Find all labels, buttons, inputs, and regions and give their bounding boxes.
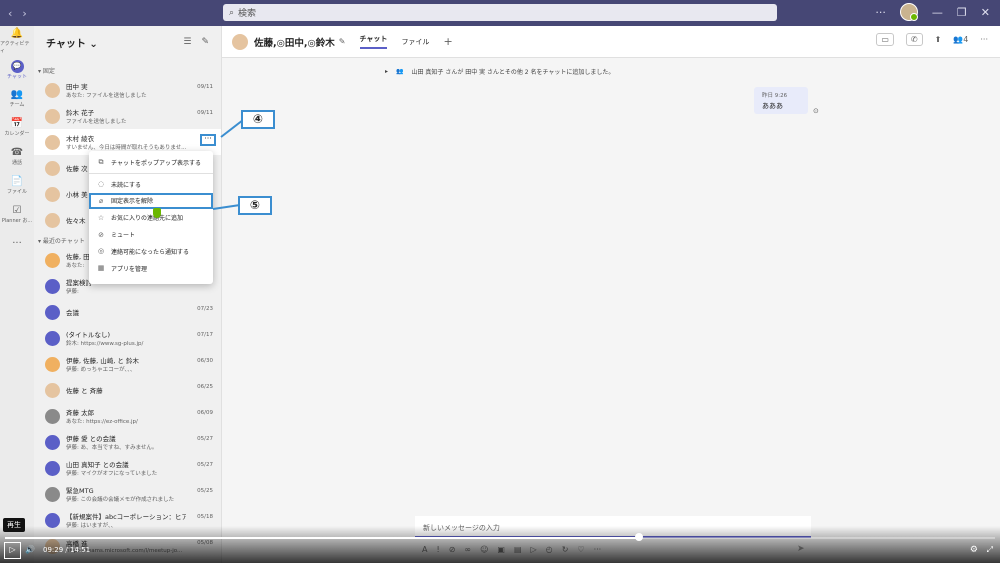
video-player-bar	[0, 526, 1000, 563]
playback-time: 09:29 / 14:51	[43, 546, 91, 554]
callout-four: ④	[241, 110, 275, 129]
settings-icon[interactable]: ⚙	[970, 545, 978, 555]
play-button[interactable]: ▷	[4, 542, 21, 559]
callout-lines	[212, 119, 244, 210]
play-tooltip: 再生	[3, 518, 25, 532]
seek-handle[interactable]	[634, 533, 643, 541]
callout-four-line	[220, 119, 244, 138]
fullscreen-icon[interactable]: ⤢	[987, 545, 993, 555]
teams-window: ‹ › ⌕ 検索 ··· — ❐ ✕ 🔔 アクティビティ 💬 チャット 👥 チーム 📅 カレン…	[0, 0, 1000, 563]
callout-five-line	[212, 204, 241, 210]
callout-five: ⑤	[238, 196, 272, 215]
volume-icon[interactable]: 🔊	[25, 545, 35, 554]
seek-bar[interactable]	[5, 537, 995, 539]
seek-progress	[5, 537, 639, 539]
